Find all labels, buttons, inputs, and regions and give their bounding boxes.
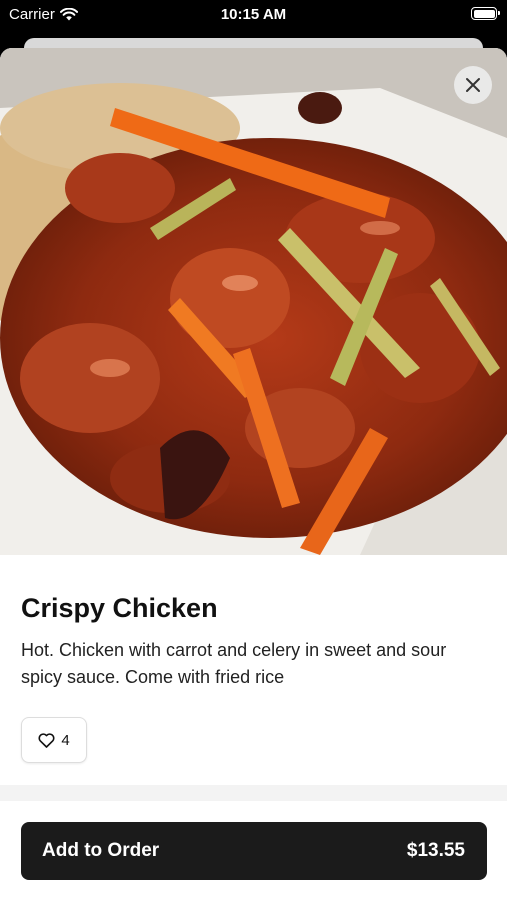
heart-icon [38, 732, 55, 748]
item-detail-sheet: Crispy Chicken Hot. Chicken with carrot … [0, 48, 507, 900]
item-description: Hot. Chicken with carrot and celery in s… [21, 640, 447, 687]
like-button[interactable]: 4 [21, 717, 87, 763]
order-price: $13.55 [406, 840, 465, 861]
close-button[interactable] [454, 66, 492, 104]
status-time: 10:15 AM [220, 6, 287, 23]
section-divider [0, 785, 507, 801]
close-icon [466, 78, 480, 92]
order-label: Add to Order [42, 840, 160, 861]
food-photo [0, 48, 507, 555]
add-to-order-button[interactable]: Add to Order $13.55 [21, 822, 487, 880]
item-title: Crispy Chicken [21, 593, 218, 623]
like-count: 4 [61, 731, 70, 749]
crispy-chicken-image [0, 48, 507, 555]
battery-icon [471, 7, 500, 20]
status-bar: Carrier 10:15 AM [0, 0, 507, 30]
